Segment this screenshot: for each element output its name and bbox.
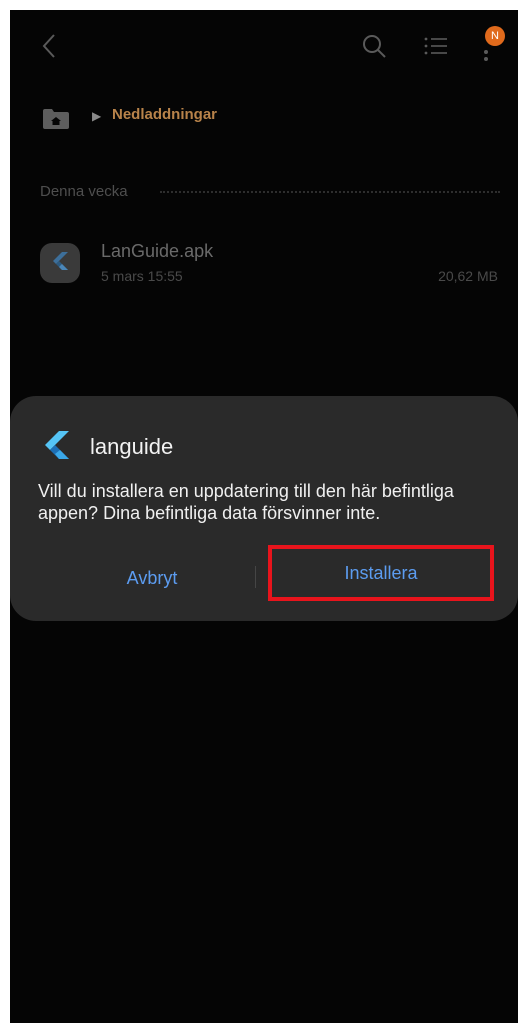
section-divider <box>160 191 500 193</box>
file-date: 5 mars 15:55 <box>101 268 183 284</box>
flutter-logo-icon <box>45 431 69 459</box>
flutter-app-icon <box>40 243 80 283</box>
breadcrumb-arrow-icon: ▶ <box>92 109 102 123</box>
list-view-icon[interactable] <box>422 32 450 60</box>
file-size: 20,62 MB <box>438 268 498 284</box>
install-dialog: languide Vill du installera en uppdateri… <box>10 396 518 621</box>
breadcrumb-current[interactable]: Nedladdningar <box>112 106 217 123</box>
install-button[interactable]: Installera <box>268 545 494 601</box>
button-divider <box>255 566 256 588</box>
dialog-message: Vill du installera en uppdatering till d… <box>38 481 454 523</box>
dialog-buttons: Avbryt Installera <box>10 545 518 601</box>
search-icon[interactable] <box>360 32 388 60</box>
screen: N ▶ Nedladdningar Denna vecka LanGuide.a… <box>10 10 518 1023</box>
back-icon[interactable] <box>36 32 64 60</box>
section-label: Denna vecka <box>40 183 128 200</box>
notification-badge: N <box>485 26 505 46</box>
file-list-item[interactable]: LanGuide.apk 5 mars 15:55 20,62 MB <box>10 235 518 299</box>
home-folder-icon[interactable] <box>42 108 70 130</box>
dialog-title: languide <box>90 434 174 459</box>
file-name: LanGuide.apk <box>101 241 214 261</box>
cancel-button[interactable]: Avbryt <box>62 558 242 598</box>
